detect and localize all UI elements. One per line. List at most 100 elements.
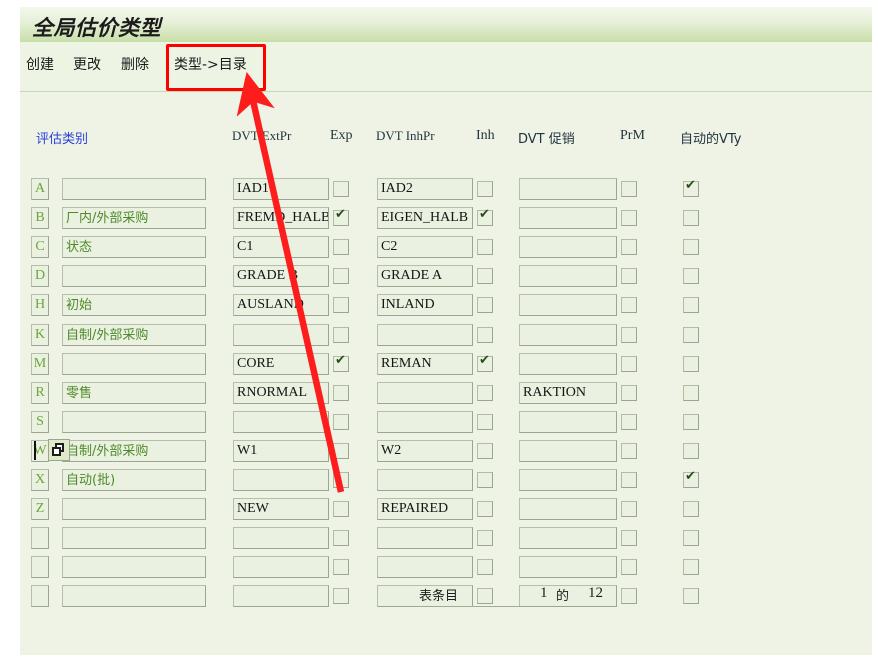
row-dvt-inhpr-field[interactable]: GRADE A xyxy=(377,265,473,288)
row-inh-checkbox[interactable] xyxy=(477,588,493,605)
row-auto-vty-checkbox[interactable] xyxy=(683,501,699,518)
row-dvt-extpr-field[interactable]: GRADE B xyxy=(233,265,329,288)
row-key-field[interactable]: X xyxy=(31,469,49,491)
table-row[interactable]: D GRADE B GRADE A xyxy=(0,265,852,294)
row-dvt-inhpr-field[interactable] xyxy=(377,556,473,579)
row-description-field[interactable] xyxy=(62,410,206,433)
table-row[interactable]: B 厂内/外部采购 FREMD_HALB EIGEN_HALB xyxy=(0,207,852,236)
row-key-field[interactable]: C xyxy=(31,236,49,259)
row-dvt-promo-field[interactable] xyxy=(519,469,617,491)
row-dvt-promo-field[interactable] xyxy=(519,439,617,462)
row-exp-checkbox[interactable] xyxy=(333,268,349,285)
row-dvt-promo-field[interactable] xyxy=(519,410,617,433)
row-dvt-inhpr-field[interactable]: REPAIRED xyxy=(377,498,473,521)
row-dvt-extpr-field[interactable] xyxy=(233,469,329,491)
row-exp-checkbox[interactable] xyxy=(333,413,349,430)
row-exp-checkbox[interactable] xyxy=(333,207,349,227)
row-description-field[interactable] xyxy=(62,352,206,375)
row-inh-checkbox[interactable] xyxy=(477,353,493,372)
row-auto-vty-checkbox[interactable] xyxy=(683,178,699,197)
row-exp-checkbox[interactable] xyxy=(333,384,349,401)
row-key-field[interactable]: M xyxy=(31,352,49,375)
row-dvt-extpr-field[interactable] xyxy=(233,585,329,608)
row-key-field[interactable] xyxy=(31,585,49,608)
row-description-field[interactable]: 自制/外部采购 xyxy=(62,439,206,462)
row-dvt-inhpr-field[interactable] xyxy=(377,410,473,433)
table-row[interactable] xyxy=(0,527,852,556)
row-auto-vty-checkbox[interactable] xyxy=(683,355,699,372)
row-dvt-extpr-field[interactable]: FREMD_HALB xyxy=(233,207,329,230)
table-row[interactable]: Z NEW REPAIRED xyxy=(0,498,852,527)
row-description-field[interactable] xyxy=(62,178,206,200)
row-inh-checkbox[interactable] xyxy=(477,268,493,285)
row-inh-checkbox[interactable] xyxy=(477,472,493,488)
row-prm-checkbox[interactable] xyxy=(621,413,637,430)
row-inh-checkbox[interactable] xyxy=(477,442,493,459)
row-prm-checkbox[interactable] xyxy=(621,559,637,576)
row-prm-checkbox[interactable] xyxy=(621,501,637,518)
row-dvt-inhpr-field[interactable]: C2 xyxy=(377,236,473,259)
table-row[interactable]: A IAD1 IAD2 xyxy=(0,178,852,207)
row-exp-checkbox[interactable] xyxy=(333,530,349,547)
row-dvt-promo-field[interactable] xyxy=(519,527,617,550)
table-row[interactable]: S xyxy=(0,410,852,440)
row-prm-checkbox[interactable] xyxy=(621,588,637,605)
row-exp-checkbox[interactable] xyxy=(333,559,349,576)
row-dvt-promo-field[interactable] xyxy=(519,294,617,317)
row-inh-checkbox[interactable] xyxy=(477,501,493,518)
row-inh-checkbox[interactable] xyxy=(477,326,493,343)
row-prm-checkbox[interactable] xyxy=(621,530,637,547)
row-prm-checkbox[interactable] xyxy=(621,239,637,256)
row-auto-vty-checkbox[interactable] xyxy=(683,210,699,227)
row-dvt-promo-field[interactable] xyxy=(519,352,617,375)
row-auto-vty-checkbox[interactable] xyxy=(683,384,699,401)
row-dvt-promo-field[interactable] xyxy=(519,178,617,200)
row-dvt-inhpr-field[interactable]: EIGEN_HALB xyxy=(377,207,473,230)
row-key-field[interactable]: Z xyxy=(31,498,49,521)
row-auto-vty-checkbox[interactable] xyxy=(683,442,699,459)
table-row[interactable]: K 自制/外部采购 xyxy=(0,323,852,353)
row-dvt-inhpr-field[interactable] xyxy=(377,469,473,491)
row-description-field[interactable]: 状态 xyxy=(62,236,206,259)
toolbar-item-change[interactable]: 更改 xyxy=(73,54,101,74)
row-prm-checkbox[interactable] xyxy=(621,472,637,488)
row-prm-checkbox[interactable] xyxy=(621,355,637,372)
row-key-field[interactable] xyxy=(31,527,49,550)
row-prm-checkbox[interactable] xyxy=(621,181,637,197)
row-exp-checkbox[interactable] xyxy=(333,472,349,488)
row-dvt-promo-field[interactable] xyxy=(519,323,617,346)
table-row[interactable]: M CORE REMAN xyxy=(0,352,852,382)
row-key-field[interactable]: S xyxy=(31,410,49,433)
row-prm-checkbox[interactable] xyxy=(621,210,637,227)
row-dvt-extpr-field[interactable]: CORE xyxy=(233,352,329,375)
row-dvt-inhpr-field[interactable]: IAD2 xyxy=(377,178,473,200)
row-inh-checkbox[interactable] xyxy=(477,530,493,547)
table-row[interactable]: H 初始 AUSLAND INLAND xyxy=(0,294,852,323)
row-auto-vty-checkbox[interactable] xyxy=(683,326,699,343)
row-dvt-promo-field[interactable] xyxy=(519,498,617,521)
table-row[interactable]: W 自制/外部采购 W1 W2 xyxy=(0,438,852,469)
toolbar-item-type-to-catalog[interactable]: 类型->目录 xyxy=(174,54,247,74)
row-exp-checkbox[interactable] xyxy=(333,442,349,459)
row-dvt-promo-field[interactable] xyxy=(519,207,617,230)
row-description-field[interactable]: 厂内/外部采购 xyxy=(62,207,206,230)
row-key-field[interactable]: B xyxy=(31,207,49,230)
row-exp-checkbox[interactable] xyxy=(333,501,349,518)
row-description-field[interactable]: 初始 xyxy=(62,294,206,317)
row-description-field[interactable]: 自制/外部采购 xyxy=(62,323,206,346)
row-dvt-inhpr-field[interactable] xyxy=(377,323,473,346)
table-row[interactable]: C 状态 C1 C2 xyxy=(0,236,852,265)
row-prm-checkbox[interactable] xyxy=(621,384,637,401)
row-key-field[interactable]: A xyxy=(31,178,49,200)
table-row[interactable]: X 自动(批) xyxy=(0,469,852,498)
row-inh-checkbox[interactable] xyxy=(477,413,493,430)
row-auto-vty-checkbox[interactable] xyxy=(683,268,699,285)
row-auto-vty-checkbox[interactable] xyxy=(683,530,699,547)
row-prm-checkbox[interactable] xyxy=(621,268,637,285)
row-dvt-extpr-field[interactable]: IAD1 xyxy=(233,178,329,200)
row-description-field[interactable] xyxy=(62,498,206,521)
toolbar-item-create[interactable]: 创建 xyxy=(26,54,54,74)
row-dvt-extpr-field[interactable]: RNORMAL xyxy=(233,381,329,404)
row-auto-vty-checkbox[interactable] xyxy=(683,297,699,314)
row-dvt-extpr-field[interactable] xyxy=(233,556,329,579)
